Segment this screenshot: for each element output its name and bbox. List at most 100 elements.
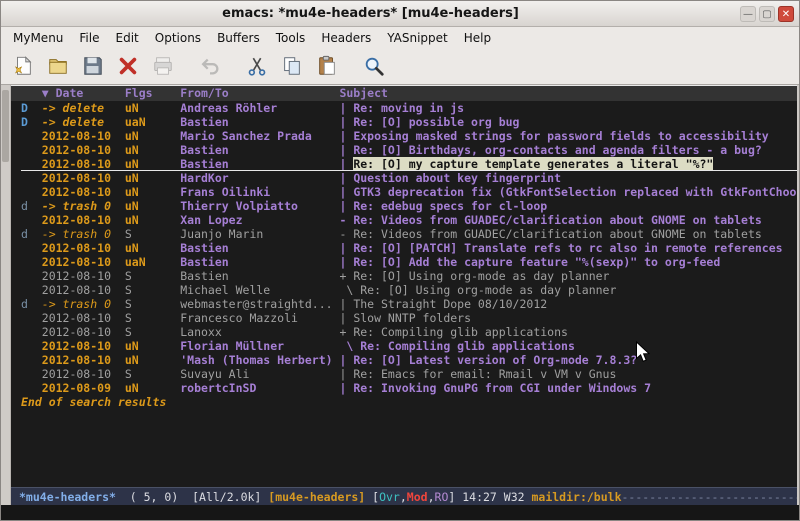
menu-buffers[interactable]: Buffers xyxy=(209,29,268,47)
date-cell: -> trash 0 xyxy=(42,227,125,241)
menu-edit[interactable]: Edit xyxy=(108,29,147,47)
close-button[interactable]: ✕ xyxy=(778,6,794,22)
modeline-segment: Mod xyxy=(407,490,428,504)
subject-text: Re: [O] Using org-mode as day planner xyxy=(353,269,609,283)
maximize-button[interactable]: ▢ xyxy=(759,6,775,22)
message-row[interactable]: d -> trash 0Swebmaster@straightd...| The… xyxy=(21,297,797,311)
thread-separator: | xyxy=(339,115,353,129)
message-row[interactable]: 2012-08-10uNHardKor| Question about key … xyxy=(21,171,797,185)
scrollbar[interactable] xyxy=(1,85,11,505)
subject-text: Re: [O] [PATCH] Translate refs to rc als… xyxy=(353,241,782,255)
menu-options[interactable]: Options xyxy=(147,29,209,47)
menu-bar: MyMenuFileEditOptionsBuffersToolsHeaders… xyxy=(1,27,799,48)
tool-bar xyxy=(1,48,799,85)
message-row[interactable]: 2012-08-10uNFrans Oilinki| GTK3 deprecat… xyxy=(21,185,797,199)
modeline-segment: , xyxy=(400,490,407,504)
header-line: ▼ Date Flgs From/To Subject xyxy=(11,85,797,101)
message-row[interactable]: 2012-08-10uNMario Sanchez Prada| Exposin… xyxy=(21,129,797,143)
message-row[interactable]: D -> deleteuaNBastien| Re: [O] possible … xyxy=(21,115,797,129)
date-cell: 2012-08-10 xyxy=(42,269,125,283)
thread-separator: | xyxy=(339,241,353,255)
menu-mymenu[interactable]: MyMenu xyxy=(5,29,71,47)
flags-cell: uN xyxy=(125,185,180,199)
menu-yasnippet[interactable]: YASnippet xyxy=(379,29,456,47)
from-cell: Bastien xyxy=(180,115,339,129)
message-row[interactable]: 2012-08-10SBastien+ Re: [O] Using org-mo… xyxy=(21,269,797,283)
paste-icon[interactable] xyxy=(311,52,342,81)
col-header-subject[interactable]: Subject xyxy=(339,86,797,101)
copy-icon[interactable] xyxy=(276,52,307,81)
menu-headers[interactable]: Headers xyxy=(313,29,379,47)
from-cell: Bastien xyxy=(180,157,339,170)
mark-char xyxy=(21,171,42,185)
from-cell: 'Mash (Thomas Herbert) xyxy=(180,353,339,367)
modeline-segment: maildir:/bulk xyxy=(531,490,621,504)
col-header-flags[interactable]: Flgs xyxy=(125,86,180,101)
open-file-icon[interactable] xyxy=(42,52,73,81)
message-row[interactable]: D -> deleteuNAndreas Röhler| Re: moving … xyxy=(21,101,797,115)
message-row[interactable]: 2012-08-10uNXan Lopez- Re: Videos from G… xyxy=(21,213,797,227)
date-cell: 2012-08-10 xyxy=(42,143,125,157)
thread-separator: | xyxy=(339,297,353,311)
message-row[interactable]: 2012-08-10uNFlorian Müllner \ Re: Compil… xyxy=(21,339,797,353)
subject-text: The Straight Dope 08/10/2012 xyxy=(353,297,547,311)
from-cell: Francesco Mazzoli xyxy=(180,311,339,325)
subject-text: Re: Compiling glib applications xyxy=(360,339,575,353)
message-row[interactable]: d -> trash 0uNThierry Volpiatto| Re: ede… xyxy=(21,199,797,213)
message-row[interactable]: d -> trash 0SJuanjo Marin- Re: Videos fr… xyxy=(21,227,797,241)
thread-separator: - xyxy=(339,213,353,227)
flags-cell: uN xyxy=(125,199,180,213)
col-header-date[interactable]: ▼ Date xyxy=(42,86,125,101)
thread-separator: + xyxy=(339,325,353,339)
subject-text: GTK3 deprecation fix (GtkFontSelection r… xyxy=(353,185,797,199)
message-row[interactable]: 2012-08-10uNBastien| Re: [O] [PATCH] Tra… xyxy=(21,241,797,255)
menu-tools[interactable]: Tools xyxy=(268,29,314,47)
cut-icon[interactable] xyxy=(241,52,272,81)
subject-text: Re: Videos from GUADEC/clarification abo… xyxy=(353,227,762,241)
message-row[interactable]: 2012-08-10SLanoxx+ Re: Compiling glib ap… xyxy=(21,325,797,339)
scrollbar-thumb[interactable] xyxy=(2,90,9,162)
modeline-segment: [mu4e-headers] xyxy=(268,490,372,504)
message-row[interactable]: 2012-08-10SFrancesco Mazzoli| Slow NNTP … xyxy=(21,311,797,325)
date-cell: -> delete xyxy=(42,101,125,115)
message-row[interactable]: 2012-08-10uNBastien| Re: [O] my capture … xyxy=(21,157,797,171)
search-icon[interactable] xyxy=(358,52,389,81)
flags-cell: uN xyxy=(125,143,180,157)
from-cell: robertcInSD xyxy=(180,381,339,395)
flags-cell: uN xyxy=(125,101,180,115)
subject-cell: | Re: [O] Birthdays, org-contacts and ag… xyxy=(339,143,797,157)
message-row[interactable]: 2012-08-10uaNBastien| Re: [O] Add the ca… xyxy=(21,255,797,269)
from-cell: Xan Lopez xyxy=(180,213,339,227)
date-cell: 2012-08-10 xyxy=(42,367,125,381)
mode-line: *mu4e-headers* ( 5, 0) [All/2.0k] [mu4e-… xyxy=(11,487,797,505)
kill-buffer-icon[interactable] xyxy=(112,52,143,81)
echo-area[interactable] xyxy=(1,505,799,520)
mark-char xyxy=(21,311,42,325)
subject-cell: + Re: Compiling glib applications xyxy=(339,325,797,339)
col-header-from[interactable]: From/To xyxy=(180,86,339,101)
menu-help[interactable]: Help xyxy=(456,29,499,47)
thread-separator: + xyxy=(339,269,353,283)
subject-cell: | Re: Invoking GnuPG from CGI under Wind… xyxy=(339,381,797,395)
flags-cell: uN xyxy=(125,129,180,143)
save-buffer-icon[interactable] xyxy=(77,52,108,81)
minimize-button[interactable]: — xyxy=(740,6,756,22)
mark-char: D xyxy=(21,101,42,115)
title-bar[interactable]: emacs: *mu4e-headers* [mu4e-headers] —▢✕ xyxy=(1,1,799,27)
date-cell: 2012-08-09 xyxy=(42,381,125,395)
new-file-icon[interactable] xyxy=(7,52,38,81)
modeline-segment: RO xyxy=(435,490,449,504)
mark-char xyxy=(21,283,42,297)
message-row[interactable]: 2012-08-10uNBastien| Re: [O] Birthdays, … xyxy=(21,143,797,157)
thread-separator: - xyxy=(339,227,353,241)
message-row[interactable]: 2012-08-10uN'Mash (Thomas Herbert)| Re: … xyxy=(21,353,797,367)
message-row[interactable]: 2012-08-10SSuvayu Ali| Re: Emacs for ema… xyxy=(21,367,797,381)
mark-char: d xyxy=(21,297,42,311)
menu-file[interactable]: File xyxy=(71,29,107,47)
message-row[interactable]: 2012-08-10SMichael Welle \ Re: [O] Using… xyxy=(21,283,797,297)
date-cell: 2012-08-10 xyxy=(42,255,125,269)
date-cell: 2012-08-10 xyxy=(42,283,125,297)
mark-char xyxy=(21,213,42,227)
subject-cell: | Re: [O] my capture template generates … xyxy=(339,157,797,170)
message-row[interactable]: 2012-08-09uNrobertcInSD| Re: Invoking Gn… xyxy=(21,381,797,395)
